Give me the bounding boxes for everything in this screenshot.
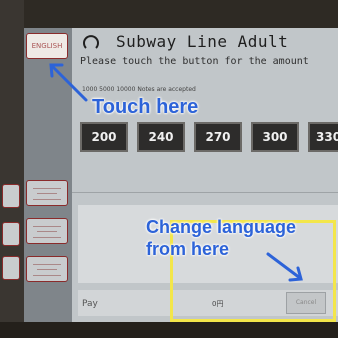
change-language-line1: Change language <box>146 217 297 237</box>
divider <box>72 192 338 193</box>
side-button-2[interactable] <box>26 218 68 244</box>
change-language-line2: from here <box>146 239 230 259</box>
machine-bezel-bottom <box>0 322 338 338</box>
subway-logo-icon <box>83 35 99 49</box>
instruction-text: Please touch the button for the amount <box>80 56 309 67</box>
fare-button-240[interactable]: 240 <box>137 122 185 152</box>
side-button-left-2[interactable] <box>2 222 20 246</box>
page-title: Subway Line Adult <box>116 32 289 51</box>
fare-button-300[interactable]: 300 <box>251 122 299 152</box>
machine-bezel-top <box>0 0 338 30</box>
side-button-1[interactable] <box>26 180 68 206</box>
pay-label: Pay <box>82 299 98 309</box>
fare-button-330[interactable]: 330 <box>308 122 338 152</box>
fare-button-270[interactable]: 270 <box>194 122 242 152</box>
side-button-3[interactable] <box>26 256 68 282</box>
side-button-left-1[interactable] <box>2 184 20 208</box>
change-language-label: Change language from here <box>146 216 296 260</box>
touch-here-label: Touch here <box>92 96 199 118</box>
language-button[interactable]: ENGLISH <box>26 33 68 59</box>
machine-bezel-left <box>0 0 24 338</box>
accepted-notes-text: 1000 5000 10000 Notes are accepted <box>82 86 196 93</box>
side-button-left-3[interactable] <box>2 256 20 280</box>
fare-button-200[interactable]: 200 <box>80 122 128 152</box>
